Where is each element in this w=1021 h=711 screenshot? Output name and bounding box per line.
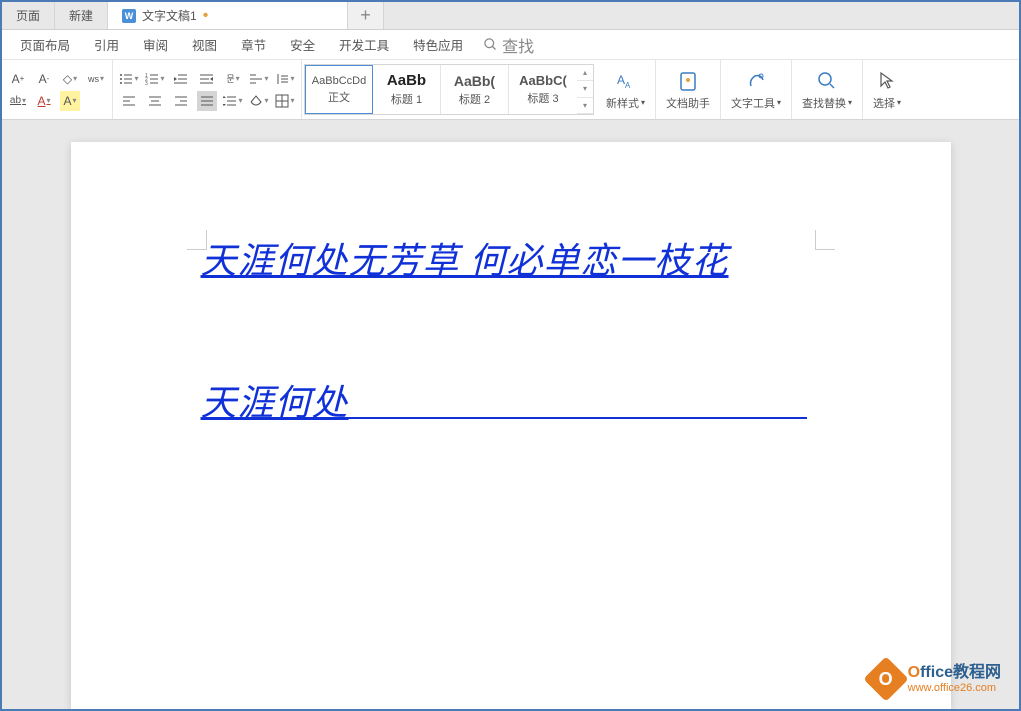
- doc-helper-icon: [677, 69, 699, 93]
- new-style-button[interactable]: AA 新样式▾: [596, 60, 656, 119]
- tab-label: 新建: [69, 7, 93, 24]
- underline-extension: [347, 417, 807, 419]
- document-canvas[interactable]: 天涯何处无芳草 何必单恋一枝花 天涯何处: [2, 120, 1019, 709]
- style-label: 标题 2: [459, 91, 490, 107]
- font-grow-button[interactable]: A+: [8, 69, 28, 89]
- align-left-button[interactable]: [119, 91, 139, 111]
- button-label: 文档助手: [666, 95, 710, 111]
- button-label: 选择: [873, 95, 895, 111]
- menu-references[interactable]: 引用: [82, 30, 131, 59]
- tab-document-active[interactable]: W 文字文稿1 •: [108, 2, 348, 29]
- menu-view[interactable]: 视图: [180, 30, 229, 59]
- ribbon-paragraph-group: 123 문: [113, 60, 302, 119]
- page[interactable]: 天涯何处无芳草 何必单恋一枝花 天涯何处: [71, 142, 951, 709]
- word-doc-icon: W: [122, 9, 136, 23]
- style-preview: AaBb: [387, 72, 426, 89]
- text-tools-icon: [745, 69, 767, 93]
- plus-icon: +: [360, 5, 371, 26]
- find-replace-button[interactable]: 查找替换▾: [792, 60, 863, 119]
- button-label: 新样式: [606, 95, 639, 111]
- document-text-line-1[interactable]: 天涯何处无芳草 何必单恋一枝花: [201, 232, 821, 284]
- button-label: 查找替换: [802, 95, 846, 111]
- indent-increase-button[interactable]: [197, 69, 217, 89]
- gallery-scroll: ▴ ▾ ▾: [577, 65, 593, 114]
- watermark-site: Office教程网: [908, 664, 1001, 682]
- bullet-list-button[interactable]: [119, 69, 139, 89]
- clear-format-button[interactable]: ◇: [60, 69, 80, 89]
- gallery-up-button[interactable]: ▴: [577, 65, 593, 81]
- style-gallery: AaBbCcDd 正文 AaBb 标题 1 AaBb( 标题 2 AaBbC( …: [304, 64, 594, 115]
- borders-button[interactable]: [275, 91, 295, 111]
- margin-corner-icon: [815, 230, 835, 250]
- shading-button[interactable]: [249, 91, 269, 111]
- style-body-text[interactable]: AaBbCcDd 正文: [305, 65, 373, 114]
- tab-partial-page[interactable]: 页面: [2, 2, 55, 29]
- search-box[interactable]: 查找: [483, 33, 534, 57]
- ribbon-toolbar: A+ A- ◇ ws ab A A 123 문: [2, 60, 1019, 120]
- tab-label: 页面: [16, 7, 40, 24]
- tab-label: 文字文稿1: [142, 7, 197, 24]
- menu-special[interactable]: 特色应用: [401, 30, 475, 59]
- number-list-button[interactable]: 123: [145, 69, 165, 89]
- text-tools-button[interactable]: 文字工具▾: [721, 60, 792, 119]
- menu-page-layout[interactable]: 页面布局: [8, 30, 82, 59]
- watermark-url: www.office26.com: [908, 682, 1001, 694]
- style-preview: AaBbCcDd: [312, 75, 366, 87]
- document-text-line-2[interactable]: 天涯何处: [201, 374, 821, 426]
- style-preview: AaBbC(: [519, 73, 567, 88]
- subscript-button[interactable]: ab: [8, 91, 28, 111]
- search-label: 查找: [502, 33, 534, 57]
- font-shrink-button[interactable]: A-: [34, 69, 54, 89]
- indent-decrease-button[interactable]: [171, 69, 191, 89]
- ribbon-font-group: A+ A- ◇ ws ab A A: [2, 60, 113, 119]
- spacing-button[interactable]: [275, 69, 295, 89]
- svg-text:A: A: [625, 81, 631, 90]
- highlight-button[interactable]: A: [60, 91, 80, 111]
- find-replace-icon: [816, 69, 838, 93]
- gallery-expand-button[interactable]: ▾: [577, 98, 593, 114]
- watermark-logo-icon: O: [863, 656, 908, 701]
- style-label: 标题 3: [527, 90, 558, 106]
- new-style-icon: AA: [615, 69, 637, 93]
- style-heading-2[interactable]: AaBb( 标题 2: [441, 65, 509, 114]
- select-icon: [876, 69, 898, 93]
- font-color-button[interactable]: A: [34, 91, 54, 111]
- align-center-button[interactable]: [145, 91, 165, 111]
- menu-security[interactable]: 安全: [278, 30, 327, 59]
- style-preview: AaBb(: [454, 73, 495, 89]
- gallery-down-button[interactable]: ▾: [577, 81, 593, 97]
- text-content: 天涯何处: [201, 382, 349, 423]
- style-heading-3[interactable]: AaBbC( 标题 3: [509, 65, 577, 114]
- watermark: O Office教程网 www.office26.com: [870, 663, 1001, 695]
- svg-text:A: A: [617, 73, 625, 87]
- pinyin-button[interactable]: ws: [86, 69, 106, 89]
- select-button[interactable]: 选择▾: [863, 60, 911, 119]
- align-justify-button[interactable]: [197, 91, 217, 111]
- menu-sections[interactable]: 章节: [229, 30, 278, 59]
- line-height-button[interactable]: [223, 91, 243, 111]
- align-right-button[interactable]: [171, 91, 191, 111]
- style-label: 正文: [328, 89, 350, 105]
- doc-helper-button[interactable]: 文档助手: [656, 60, 721, 119]
- svg-text:3: 3: [145, 81, 148, 86]
- text-direction-button[interactable]: 문: [223, 69, 243, 89]
- align-distribute-button[interactable]: [249, 69, 269, 89]
- menu-review[interactable]: 审阅: [131, 30, 180, 59]
- button-label: 文字工具: [731, 95, 775, 111]
- search-icon: [483, 37, 498, 52]
- menu-bar: 页面布局 引用 审阅 视图 章节 安全 开发工具 特色应用 查找: [2, 30, 1019, 60]
- margin-corner-icon: [187, 230, 207, 250]
- tab-bar: 页面 新建 W 文字文稿1 • +: [2, 2, 1019, 30]
- modified-dot-icon: •: [203, 7, 209, 25]
- tab-add-button[interactable]: +: [348, 2, 384, 29]
- style-heading-1[interactable]: AaBb 标题 1: [373, 65, 441, 114]
- menu-dev-tools[interactable]: 开发工具: [327, 30, 401, 59]
- style-label: 标题 1: [391, 91, 422, 107]
- tab-new[interactable]: 新建: [55, 2, 108, 29]
